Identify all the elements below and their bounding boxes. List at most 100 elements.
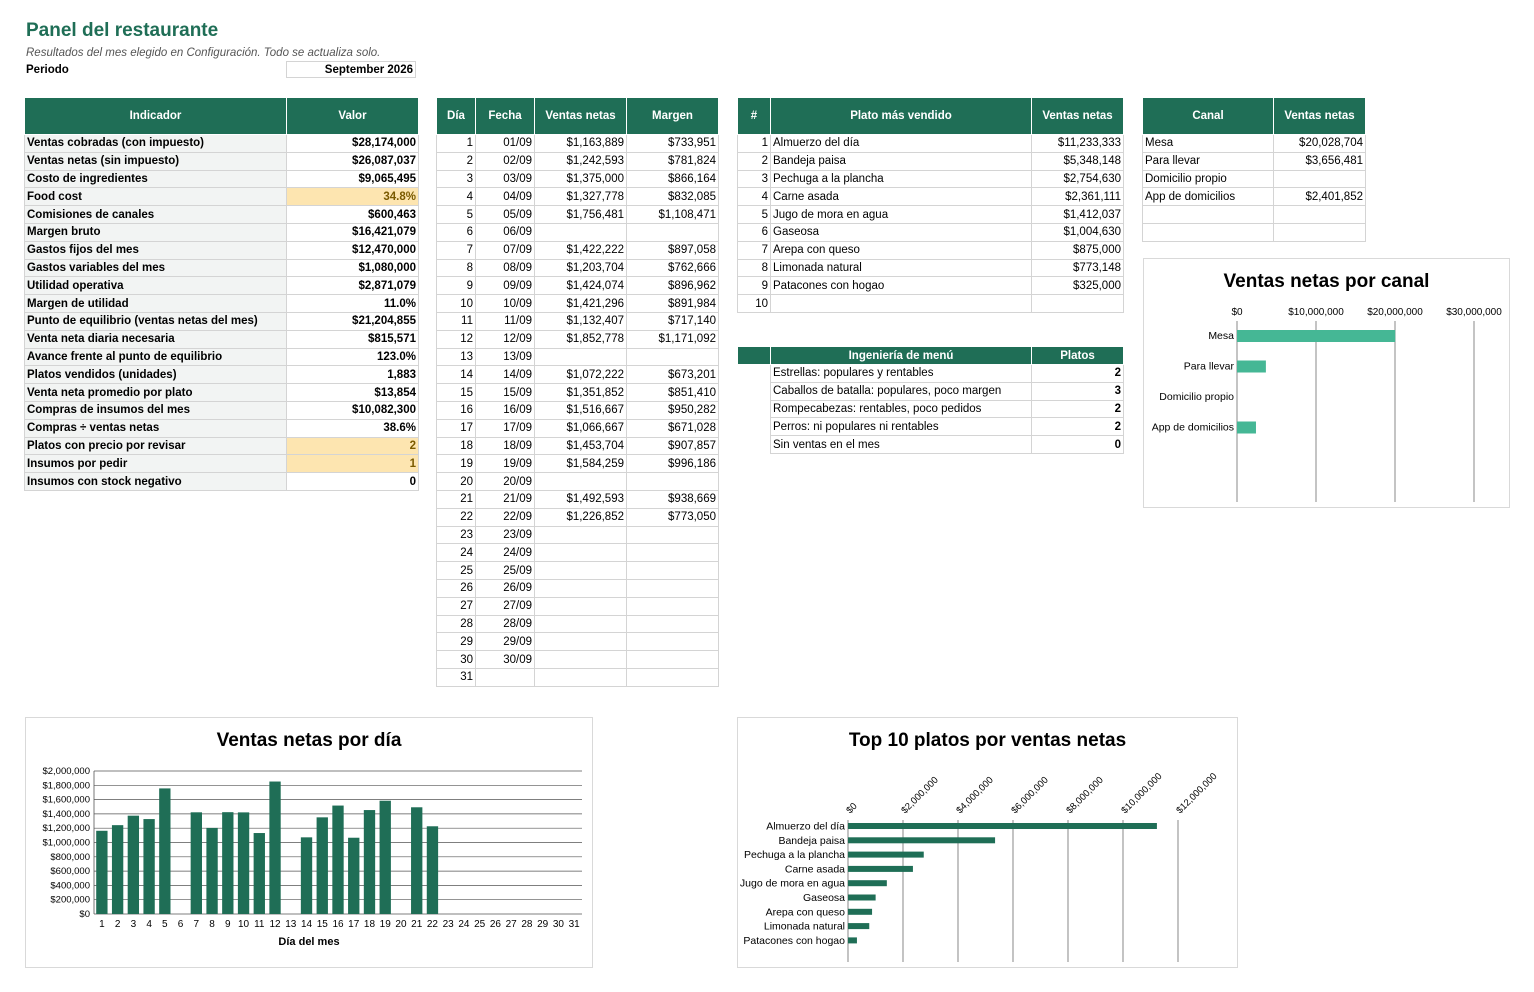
daily-date[interactable]: 16/09 <box>475 400 535 420</box>
daily-date[interactable]: 28/09 <box>475 614 535 634</box>
daily-day[interactable]: 24 <box>436 543 476 563</box>
daily-sales[interactable]: $1,375,000 <box>534 169 627 189</box>
daily-sales[interactable] <box>534 472 627 491</box>
channel-sales[interactable] <box>1273 205 1366 224</box>
daily-day[interactable]: 10 <box>436 294 476 313</box>
dish-sales[interactable]: $5,348,148 <box>1031 151 1124 171</box>
channel-name[interactable] <box>1142 222 1274 242</box>
daily-margin[interactable]: $891,984 <box>626 294 719 313</box>
daily-sales[interactable] <box>534 222 627 242</box>
channel-sales[interactable] <box>1273 169 1366 189</box>
daily-day[interactable]: 6 <box>436 222 476 242</box>
kpi-label[interactable]: Gastos fijos del mes <box>24 240 287 260</box>
daily-sales[interactable]: $1,226,852 <box>534 507 627 527</box>
daily-margin[interactable] <box>626 650 719 669</box>
daily-margin[interactable]: $907,857 <box>626 436 719 456</box>
daily-margin[interactable] <box>626 632 719 652</box>
daily-margin[interactable]: $950,282 <box>626 400 719 420</box>
kpi-value[interactable]: $10,082,300 <box>286 400 419 420</box>
daily-margin[interactable] <box>626 614 719 634</box>
menu-label[interactable]: Sin ventas en el mes <box>770 435 1032 454</box>
kpi-value[interactable]: 123.0% <box>286 347 419 367</box>
dish-sales[interactable]: $2,361,111 <box>1031 187 1124 207</box>
dish-name[interactable]: Patacones con hogao <box>770 276 1032 296</box>
kpi-label[interactable]: Venta neta promedio por plato <box>24 383 287 402</box>
daily-day[interactable]: 23 <box>436 525 476 545</box>
daily-margin[interactable]: $762,666 <box>626 258 719 278</box>
daily-day[interactable]: 3 <box>436 169 476 189</box>
kpi-value[interactable]: 34.8% <box>286 187 419 207</box>
kpi-value[interactable]: $2,871,079 <box>286 276 419 296</box>
kpi-label[interactable]: Ventas cobradas (con impuesto) <box>24 134 287 153</box>
kpi-label[interactable]: Costo de ingredientes <box>24 169 287 189</box>
daily-margin[interactable] <box>626 578 719 598</box>
channel-name[interactable]: Domicilio propio <box>1142 169 1274 189</box>
daily-date[interactable]: 09/09 <box>475 276 535 296</box>
dish-name[interactable]: Pechuga a la plancha <box>770 169 1032 189</box>
daily-sales[interactable] <box>534 347 627 367</box>
daily-sales[interactable]: $1,852,778 <box>534 329 627 349</box>
daily-day[interactable]: 9 <box>436 276 476 296</box>
daily-day[interactable]: 1 <box>436 134 476 153</box>
dish-rank[interactable]: 3 <box>737 169 771 189</box>
dish-name[interactable]: Carne asada <box>770 187 1032 207</box>
dish-sales[interactable]: $11,233,333 <box>1031 134 1124 153</box>
kpi-value[interactable]: $1,080,000 <box>286 258 419 278</box>
menu-count[interactable]: 0 <box>1031 435 1124 454</box>
daily-day[interactable]: 19 <box>436 454 476 474</box>
dish-name[interactable]: Limonada natural <box>770 258 1032 278</box>
dish-rank[interactable]: 8 <box>737 258 771 278</box>
daily-sales[interactable]: $1,327,778 <box>534 187 627 207</box>
kpi-label[interactable]: Ventas netas (sin impuesto) <box>24 151 287 171</box>
daily-sales[interactable]: $1,066,667 <box>534 418 627 438</box>
kpi-label[interactable]: Platos con precio por revisar <box>24 436 287 456</box>
daily-day[interactable]: 25 <box>436 561 476 580</box>
dish-name[interactable]: Bandeja paisa <box>770 151 1032 171</box>
daily-margin[interactable]: $671,028 <box>626 418 719 438</box>
kpi-label[interactable]: Margen de utilidad <box>24 294 287 313</box>
daily-date[interactable]: 11/09 <box>475 311 535 331</box>
daily-margin[interactable] <box>626 525 719 545</box>
daily-day[interactable]: 8 <box>436 258 476 278</box>
daily-day[interactable]: 28 <box>436 614 476 634</box>
dish-name[interactable]: Arepa con queso <box>770 240 1032 260</box>
daily-sales[interactable]: $1,756,481 <box>534 205 627 224</box>
daily-sales[interactable] <box>534 650 627 669</box>
daily-day[interactable]: 27 <box>436 596 476 616</box>
period-value-cell[interactable]: September 2026 <box>286 61 416 78</box>
daily-margin[interactable] <box>626 667 719 687</box>
daily-margin[interactable]: $673,201 <box>626 365 719 385</box>
daily-date[interactable]: 26/09 <box>475 578 535 598</box>
daily-sales[interactable]: $1,242,593 <box>534 151 627 171</box>
kpi-value[interactable]: $16,421,079 <box>286 222 419 242</box>
kpi-label[interactable]: Food cost <box>24 187 287 207</box>
menu-label[interactable]: Perros: ni populares ni rentables <box>770 417 1032 437</box>
kpi-label[interactable]: Compras ÷ ventas netas <box>24 418 287 438</box>
daily-sales[interactable]: $1,163,889 <box>534 134 627 153</box>
daily-margin[interactable]: $1,108,471 <box>626 205 719 224</box>
daily-date[interactable]: 13/09 <box>475 347 535 367</box>
daily-sales[interactable]: $1,421,296 <box>534 294 627 313</box>
channel-name[interactable]: App de domicilios <box>1142 187 1274 207</box>
dish-name[interactable]: Gaseosa <box>770 222 1032 242</box>
kpi-value[interactable]: $815,571 <box>286 329 419 349</box>
daily-date[interactable]: 21/09 <box>475 489 535 509</box>
daily-date[interactable]: 19/09 <box>475 454 535 474</box>
daily-date[interactable]: 27/09 <box>475 596 535 616</box>
daily-sales[interactable]: $1,516,667 <box>534 400 627 420</box>
daily-margin[interactable]: $938,669 <box>626 489 719 509</box>
daily-date[interactable]: 08/09 <box>475 258 535 278</box>
kpi-value[interactable]: $9,065,495 <box>286 169 419 189</box>
daily-date[interactable]: 03/09 <box>475 169 535 189</box>
daily-day[interactable]: 31 <box>436 667 476 687</box>
menu-label[interactable]: Caballos de batalla: populares, poco mar… <box>770 381 1032 401</box>
daily-date[interactable]: 04/09 <box>475 187 535 207</box>
kpi-value[interactable]: $12,470,000 <box>286 240 419 260</box>
daily-margin[interactable]: $896,962 <box>626 276 719 296</box>
daily-day[interactable]: 30 <box>436 650 476 669</box>
daily-sales[interactable]: $1,453,704 <box>534 436 627 456</box>
daily-date[interactable] <box>475 667 535 687</box>
dish-rank[interactable]: 5 <box>737 205 771 224</box>
daily-sales[interactable]: $1,424,074 <box>534 276 627 296</box>
channel-chart[interactable]: Ventas netas por canal $0 $10,000,000 $20,… <box>1143 258 1510 508</box>
